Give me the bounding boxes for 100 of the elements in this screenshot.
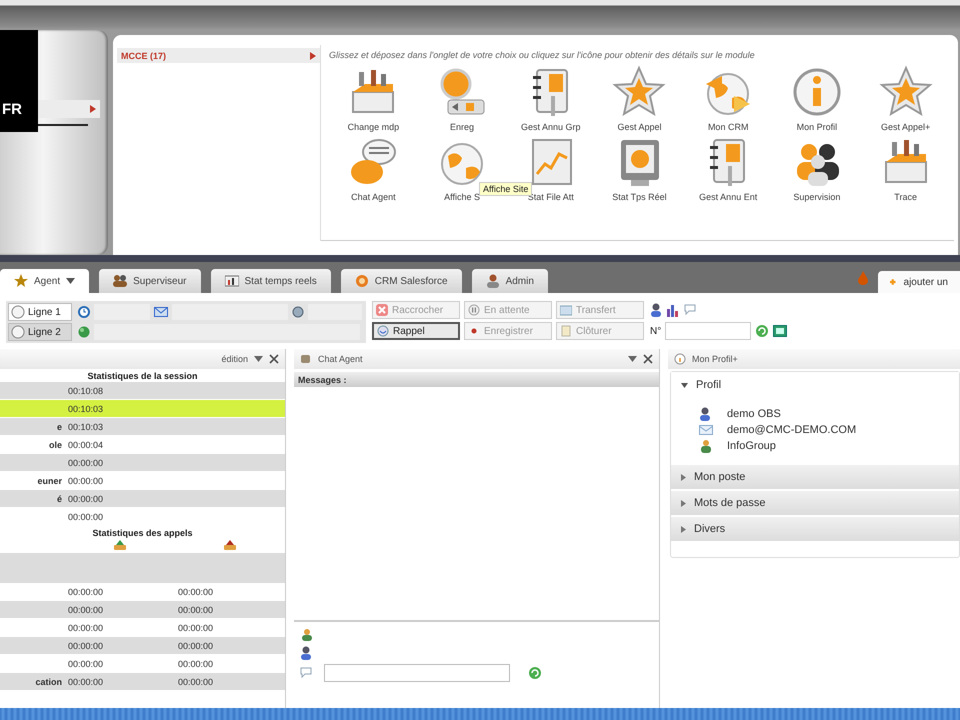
transfer-icon xyxy=(560,304,572,316)
close-icon[interactable] xyxy=(269,354,279,364)
table-cell-text: 00:00:00 xyxy=(67,494,104,504)
table-cell-text: 00:00:00 xyxy=(177,640,214,650)
list-title: MCCE (17) xyxy=(121,50,166,60)
person-icon xyxy=(486,274,500,288)
hint-text: Glissez et déposez dans l'onglet de votre choix ou cliquez sur l'icône pour obtenir des détails sur le module xyxy=(329,50,756,60)
menu-item[interactable] xyxy=(38,100,100,118)
tab[interactable]: Agent xyxy=(0,269,90,293)
row-label: e xyxy=(56,422,63,432)
line-button[interactable]: Ligne 2 xyxy=(8,323,72,341)
tab[interactable]: Admin xyxy=(472,269,548,293)
dropdown-caret-icon[interactable] xyxy=(628,356,637,362)
tab[interactable]: Superviseur xyxy=(99,269,200,293)
group-icon[interactable] xyxy=(300,628,312,642)
table-cell-text: 00:00:00 xyxy=(67,622,104,632)
accordion-header[interactable]: Mon poste xyxy=(671,465,959,491)
table-cell-text: 00:00:00 xyxy=(67,604,104,614)
table-cell-text: 00:00:00 xyxy=(67,476,104,486)
close-icon xyxy=(376,304,388,316)
table-cell-text: 00:00:00 xyxy=(67,586,104,596)
chart-icon xyxy=(224,274,238,288)
tab[interactable]: Stat temps reels xyxy=(210,269,331,293)
call-button[interactable]: Rappel xyxy=(372,322,460,340)
document-icon xyxy=(560,325,572,337)
module-button[interactable]: Gest Appel xyxy=(595,64,684,132)
table-cell-text: 00:00:00 xyxy=(177,604,214,614)
module-button[interactable]: Mon Profil xyxy=(772,64,862,132)
row-label: é xyxy=(56,494,63,504)
table-cell-text: 00:00:00 xyxy=(177,622,214,632)
profile-value: demo OBS xyxy=(727,408,781,420)
language-code: FR xyxy=(1,101,22,118)
module-button[interactable]: Supervision xyxy=(772,134,862,202)
row-label: euner xyxy=(36,476,63,486)
people-icon xyxy=(113,274,128,288)
message-field[interactable] xyxy=(324,664,510,682)
line-button[interactable]: Ligne 1 xyxy=(8,303,72,321)
table-cell-text: 00:10:03 xyxy=(67,422,104,432)
tab[interactable]: CRM Salesforce xyxy=(340,269,462,293)
speech-bubble-icon xyxy=(300,667,312,679)
transfer-icon[interactable] xyxy=(773,325,788,337)
accordion-header[interactable]: Mots de passe xyxy=(671,491,959,517)
number-field[interactable] xyxy=(665,322,752,340)
list-item[interactable]: MCCE (17) xyxy=(117,48,320,63)
send-icon[interactable] xyxy=(528,666,542,680)
module-button[interactable]: Gest Annu Grp xyxy=(506,64,596,132)
table-cell-text: 00:00:00 xyxy=(177,658,214,668)
bar-chart-icon[interactable] xyxy=(666,303,680,317)
person-icon[interactable] xyxy=(650,303,662,317)
module-button[interactable]: Change mdp xyxy=(329,64,418,132)
expand-caret-icon xyxy=(681,500,686,506)
messages-header: Messages : xyxy=(294,372,659,387)
module-button[interactable]: Gest Annu Ent xyxy=(684,134,773,202)
table-cell-text: 00:00:00 xyxy=(67,512,104,522)
caret-icon xyxy=(310,52,316,60)
table-cell-text: 00:00:04 xyxy=(67,440,104,450)
panel-title: Chat Agent xyxy=(318,354,364,364)
dropdown-caret-icon[interactable] xyxy=(254,356,263,362)
radio-icon xyxy=(11,325,25,339)
plus-icon xyxy=(890,277,896,287)
table-cell-text: 00:00:00 xyxy=(177,676,214,686)
table-cell-text: 00:00:00 xyxy=(177,586,214,596)
mail-icon xyxy=(154,307,168,317)
menu-link[interactable]: édition xyxy=(221,354,248,364)
phone-icon xyxy=(113,539,127,551)
globe-icon xyxy=(78,326,90,338)
expand-caret-icon xyxy=(681,526,686,532)
close-icon[interactable] xyxy=(643,354,653,364)
table-cell-text: 00:10:08 xyxy=(67,386,104,396)
expand-caret-icon xyxy=(681,474,686,480)
add-tab-button[interactable]: ajouter un xyxy=(878,271,960,293)
phone-icon xyxy=(223,539,237,551)
collapse-caret-icon xyxy=(681,382,688,388)
module-button[interactable]: Chat Agent xyxy=(329,134,418,202)
group-icon xyxy=(699,438,713,452)
table-cell-text: 00:10:03 xyxy=(67,404,104,414)
panel-title: Mon Profil+ xyxy=(692,354,739,364)
pause-icon xyxy=(468,304,480,316)
profile-value: demo@CMC-DEMO.COM xyxy=(727,424,856,436)
row-label: cation xyxy=(34,676,63,686)
module-button[interactable]: Gest Appel+ xyxy=(861,64,950,132)
info-icon xyxy=(674,353,686,365)
row-label: ole xyxy=(48,440,63,450)
module-button[interactable]: Enreg xyxy=(418,64,506,132)
accordion-header[interactable]: Divers xyxy=(671,517,959,543)
speech-bubble-icon[interactable] xyxy=(684,304,696,316)
caret-icon xyxy=(90,105,96,113)
person-icon[interactable] xyxy=(300,646,312,660)
section-title: Statistiques de la session xyxy=(86,370,199,382)
radio-icon xyxy=(11,305,25,319)
phone-icon xyxy=(377,325,389,337)
module-button[interactable]: Trace xyxy=(861,134,950,202)
section-title: Statistiques des appels xyxy=(91,527,194,539)
profile-value: InfoGroup xyxy=(727,440,776,452)
module-button[interactable]: Stat Tps Réel xyxy=(595,134,684,202)
clock-icon xyxy=(78,306,90,318)
mail-icon xyxy=(699,422,713,436)
table-cell-text: 00:00:00 xyxy=(67,676,104,686)
star-icon xyxy=(14,274,28,288)
module-button[interactable]: Mon CRM xyxy=(684,64,773,132)
